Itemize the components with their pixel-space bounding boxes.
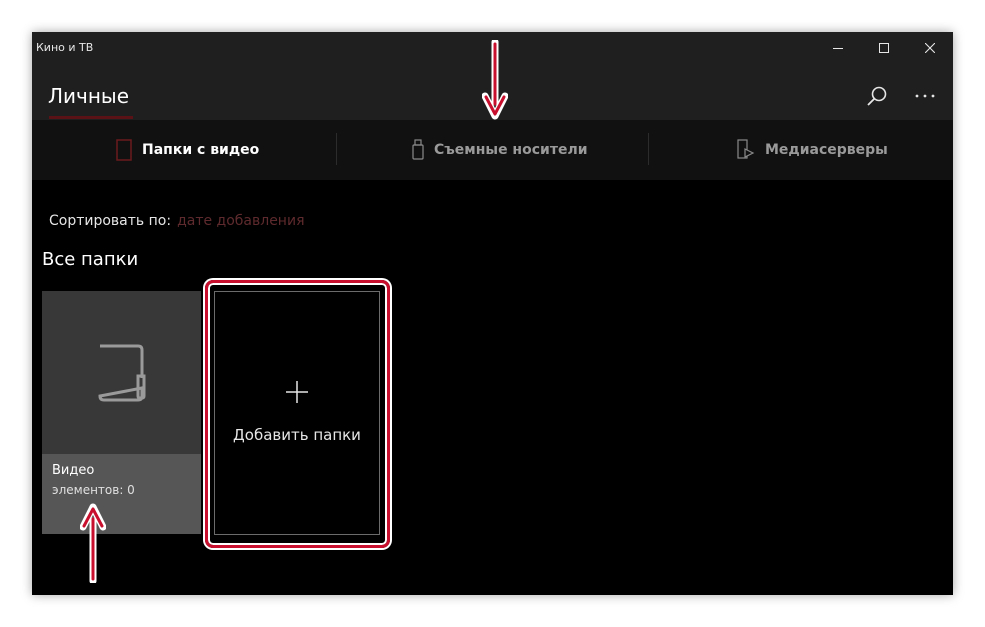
- close-button[interactable]: [907, 32, 953, 64]
- tab-selected-indicator: [49, 116, 133, 119]
- tab-personal[interactable]: Личные: [48, 84, 129, 108]
- pivot-label: Съемные носители: [434, 142, 588, 158]
- maximize-icon: [879, 43, 889, 53]
- folder-icon: [116, 139, 132, 161]
- sort-label: Сортировать по:: [49, 213, 172, 229]
- app-title: Кино и ТВ: [36, 41, 94, 54]
- more-button[interactable]: [910, 81, 940, 111]
- folder-tile-video[interactable]: Видео элементов: 0: [42, 291, 201, 534]
- sub-navigation: Папки с видео Съемные носители Медиасерв…: [32, 120, 953, 180]
- add-folders-label: Добавить папки: [233, 426, 361, 444]
- folder-item-count: элементов: 0: [52, 483, 135, 497]
- maximize-button[interactable]: [861, 32, 907, 64]
- pivot-media-servers[interactable]: Медиасерверы: [737, 120, 888, 180]
- pivot-label: Папки с видео: [142, 142, 260, 158]
- search-button[interactable]: [862, 81, 892, 111]
- plus-icon: [286, 381, 308, 403]
- folder-icon: [97, 344, 145, 401]
- folder-name: Видео: [52, 463, 95, 478]
- sort-row: Сортировать по: дате добавления: [49, 213, 304, 229]
- add-folders-button[interactable]: Добавить папки: [214, 291, 380, 535]
- sort-value-link[interactable]: дате добавления: [177, 213, 304, 229]
- minimize-icon: [833, 48, 843, 49]
- close-icon: [925, 43, 935, 53]
- app-header: Личные: [32, 64, 953, 120]
- pivot-divider: [648, 133, 649, 165]
- folder-thumbnail: [42, 291, 201, 454]
- section-title: Все папки: [42, 249, 139, 270]
- usb-icon: [412, 139, 424, 161]
- pivot-video-folders[interactable]: Папки с видео: [116, 120, 259, 180]
- search-icon: [867, 86, 887, 106]
- pivot-removable-storage[interactable]: Съемные носители: [412, 120, 588, 180]
- pivot-label: Медиасерверы: [765, 142, 888, 158]
- title-bar: Кино и ТВ: [32, 32, 953, 64]
- pivot-divider: [336, 133, 337, 165]
- minimize-button[interactable]: [815, 32, 861, 64]
- app-window: Кино и ТВ Личные Папки с видео Съемные н…: [32, 32, 953, 595]
- folder-info: Видео элементов: 0: [42, 454, 201, 534]
- more-icon: [915, 94, 935, 98]
- media-server-icon: [737, 139, 755, 161]
